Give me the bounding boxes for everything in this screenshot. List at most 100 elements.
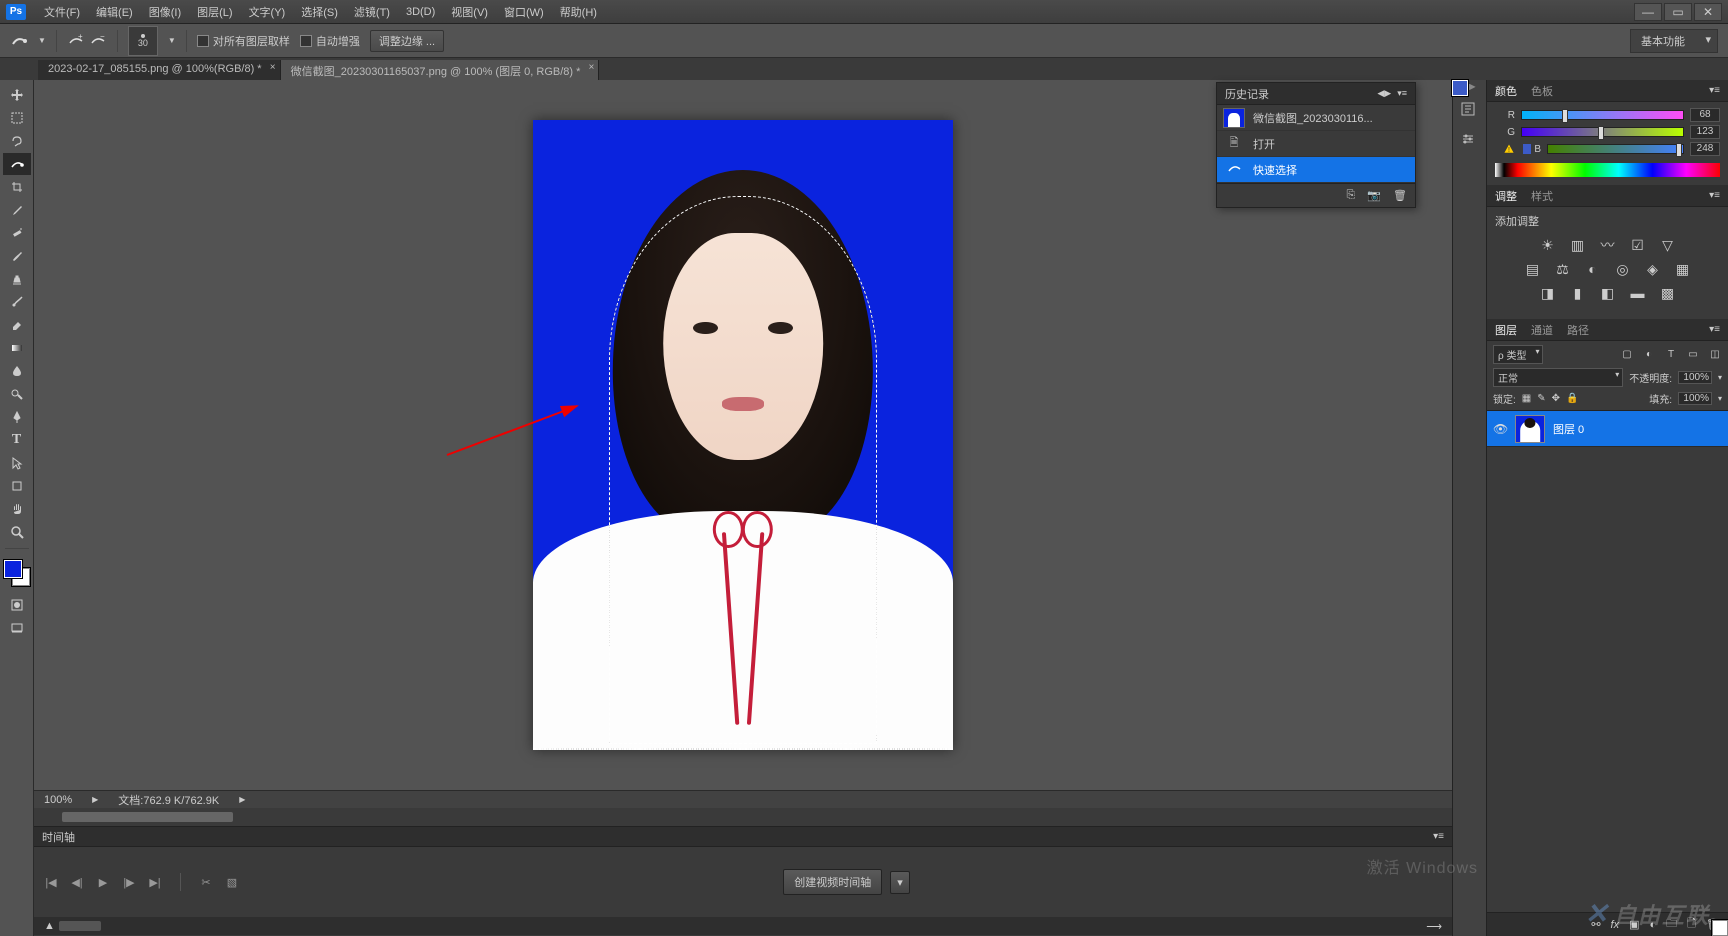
history-snapshot[interactable]: 微信截图_2023030116... <box>1217 105 1415 131</box>
blend-mode-dropdown[interactable]: 正常 <box>1493 368 1623 387</box>
layer-visibility-icon[interactable]: 👁 <box>1493 422 1507 436</box>
adj-photofilter-icon[interactable]: ◎ <box>1614 261 1632 277</box>
menu-3d[interactable]: 3D(D) <box>398 6 443 18</box>
adj-posterize-icon[interactable]: ▮ <box>1569 285 1587 301</box>
adj-levels-icon[interactable]: ▥ <box>1569 237 1587 253</box>
lock-position-icon[interactable]: ✥ <box>1552 393 1560 404</box>
history-collapse-icon[interactable]: ◀▶ <box>1377 88 1391 99</box>
adj-colorlookup-icon[interactable]: ▦ <box>1674 261 1692 277</box>
opacity-chevron-icon[interactable]: ▾ <box>1718 373 1722 382</box>
filter-adjustment-icon[interactable]: ◐ <box>1642 348 1656 362</box>
refine-edge-button[interactable]: 调整边缘 ... <box>370 30 444 52</box>
timeline-goto-last-icon[interactable]: ▶| <box>148 875 162 889</box>
channels-panel-tab[interactable]: 通道 <box>1531 322 1553 338</box>
tool-quick-selection[interactable] <box>3 153 31 175</box>
adj-gradientmap-icon[interactable]: ▬ <box>1629 285 1647 301</box>
adj-bw-icon[interactable]: ◐ <box>1584 261 1602 277</box>
menu-window[interactable]: 窗口(W) <box>496 4 552 20</box>
timeline-prev-frame-icon[interactable]: ◀| <box>70 875 84 889</box>
timeline-transition-icon[interactable]: ▧ <box>225 875 239 889</box>
adj-curves-icon[interactable]: 〰 <box>1599 237 1617 253</box>
zoom-chevron-icon[interactable]: ▶ <box>92 795 98 804</box>
tool-clone-stamp[interactable] <box>3 268 31 290</box>
document-canvas[interactable] <box>533 120 953 750</box>
workspace-switcher[interactable]: 基本功能 <box>1630 29 1718 53</box>
tool-zoom[interactable] <box>3 521 31 543</box>
tool-quickmask[interactable] <box>3 594 31 616</box>
window-minimize-button[interactable]: — <box>1634 3 1662 21</box>
history-new-doc-icon[interactable]: ⎘ <box>1347 189 1356 202</box>
window-close-button[interactable]: ✕ <box>1694 3 1722 21</box>
history-panel-tab[interactable]: 历史记录 <box>1225 86 1269 102</box>
paths-panel-tab[interactable]: 路径 <box>1567 322 1589 338</box>
layers-panel-menu-icon[interactable]: ▾≡ <box>1709 324 1720 335</box>
tool-pen[interactable] <box>3 406 31 428</box>
tool-preset-chevron-icon[interactable]: ▼ <box>38 36 46 45</box>
layers-panel-tab[interactable]: 图层 <box>1495 322 1517 338</box>
g-value[interactable]: 123 <box>1690 125 1720 139</box>
tool-brush[interactable] <box>3 245 31 267</box>
document-tab-1-close-icon[interactable]: × <box>270 62 276 73</box>
tool-hand[interactable] <box>3 498 31 520</box>
layer-item-0[interactable]: 👁 图层 0 <box>1487 411 1728 447</box>
adj-vibrance-icon[interactable]: ▽ <box>1659 237 1677 253</box>
timeline-next-frame-icon[interactable]: |▶ <box>122 875 136 889</box>
document-tab-2-close-icon[interactable]: × <box>589 62 595 73</box>
menu-image[interactable]: 图像(I) <box>141 4 189 20</box>
g-slider[interactable] <box>1521 127 1684 137</box>
layer-0-name[interactable]: 图层 0 <box>1553 421 1584 437</box>
adj-invert-icon[interactable]: ◨ <box>1539 285 1557 301</box>
styles-panel-tab[interactable]: 样式 <box>1531 188 1553 204</box>
foreground-color-swatch[interactable] <box>4 560 22 578</box>
menu-type[interactable]: 文字(Y) <box>241 4 294 20</box>
swatches-panel-tab[interactable]: 色板 <box>1531 83 1553 99</box>
menu-help[interactable]: 帮助(H) <box>552 4 605 20</box>
timeline-goto-first-icon[interactable]: |◀ <box>44 875 58 889</box>
timeline-more-icon[interactable]: ⟶ <box>1426 920 1442 933</box>
tool-gradient[interactable] <box>3 337 31 359</box>
tool-move[interactable] <box>3 84 31 106</box>
brush-size-picker[interactable]: 30 <box>128 26 158 56</box>
tool-crop[interactable] <box>3 176 31 198</box>
adj-channelmixer-icon[interactable]: ◈ <box>1644 261 1662 277</box>
status-chevron-icon[interactable]: ▶ <box>239 795 245 804</box>
tool-eyedropper[interactable] <box>3 199 31 221</box>
gamut-swatch[interactable] <box>1523 144 1531 154</box>
tool-healing-brush[interactable] <box>3 222 31 244</box>
history-menu-icon[interactable]: ▾≡ <box>1397 88 1407 99</box>
history-step-open[interactable]: 🗎 打开 <box>1217 131 1415 157</box>
fill-input[interactable] <box>1678 392 1712 405</box>
auto-enhance-checkbox[interactable] <box>300 35 312 47</box>
adj-threshold-icon[interactable]: ◧ <box>1599 285 1617 301</box>
adj-selectivecolor-icon[interactable]: ▩ <box>1659 285 1677 301</box>
menu-filter[interactable]: 滤镜(T) <box>346 4 398 20</box>
menu-file[interactable]: 文件(F) <box>36 4 88 20</box>
subtract-from-selection-icon[interactable]: − <box>89 32 107 50</box>
adj-hue-icon[interactable]: ▤ <box>1524 261 1542 277</box>
b-slider[interactable] <box>1547 144 1684 154</box>
create-timeline-dropdown-icon[interactable]: ▾ <box>890 871 910 894</box>
opacity-input[interactable] <box>1678 371 1712 384</box>
adj-colorbalance-icon[interactable]: ⚖ <box>1554 261 1572 277</box>
tool-path-selection[interactable] <box>3 452 31 474</box>
history-delete-icon[interactable]: 🗑 <box>1393 189 1407 202</box>
lock-pixels-icon[interactable]: ✎ <box>1537 393 1545 404</box>
timeline-cut-icon[interactable]: ✂ <box>199 875 213 889</box>
color-panel-menu-icon[interactable]: ▾≡ <box>1709 85 1720 96</box>
gamut-warning-icon[interactable]: ! <box>1503 143 1517 155</box>
color-spectrum-bar[interactable] <box>1495 163 1720 177</box>
zoom-level[interactable]: 100% <box>44 794 72 806</box>
adjustments-panel-menu-icon[interactable]: ▾≡ <box>1709 190 1720 201</box>
r-value[interactable]: 68 <box>1690 108 1720 122</box>
create-video-timeline-button[interactable]: 创建视频时间轴 <box>783 869 882 895</box>
tool-type[interactable]: T <box>3 429 31 451</box>
filter-smart-icon[interactable]: ◫ <box>1708 348 1722 362</box>
timeline-panel-menu-icon[interactable]: ▾≡ <box>1433 831 1444 842</box>
tool-eraser[interactable] <box>3 314 31 336</box>
layer-thumbnail[interactable] <box>1515 415 1545 443</box>
document-tab-1[interactable]: 2023-02-17_085155.png @ 100%(RGB/8) * × <box>38 60 281 80</box>
document-tab-2[interactable]: 微信截图_20230301165037.png @ 100% (图层 0, RG… <box>281 60 600 80</box>
collapsed-history-icon[interactable] <box>1453 96 1483 122</box>
menu-layer[interactable]: 图层(L) <box>189 4 240 20</box>
color-panel-tab[interactable]: 颜色 <box>1495 83 1517 99</box>
